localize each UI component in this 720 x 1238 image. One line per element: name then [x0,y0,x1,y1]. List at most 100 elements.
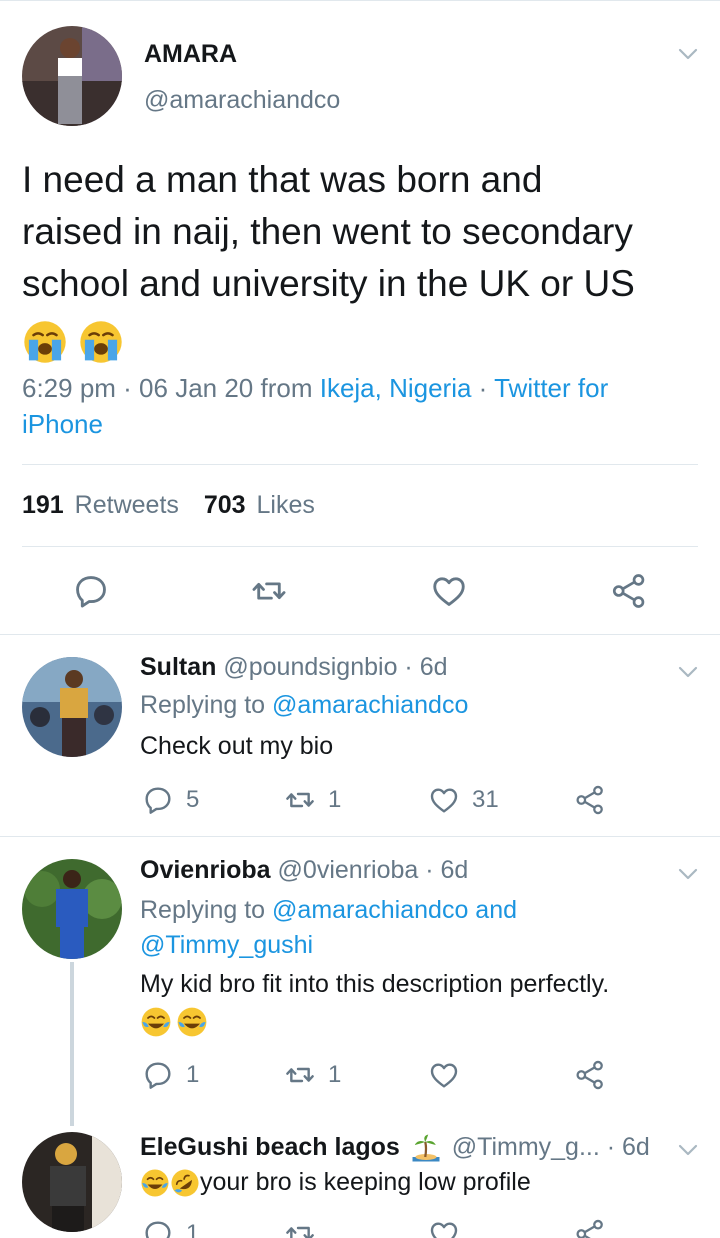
mention-link[interactable]: @amarachiandco [272,691,468,719]
replying-to: Replying to @amarachiandco and @Timmy_gus… [140,893,700,963]
reply-age: · 6d [397,653,448,681]
reply-button[interactable]: 5 [142,784,199,816]
chevron-down-icon[interactable] [676,42,700,66]
like-icon[interactable] [430,572,468,610]
like-count[interactable]: 703 [204,491,246,519]
like-icon [428,1059,460,1091]
author-name[interactable]: AMARA [144,40,237,69]
reply-icon [142,1218,174,1238]
tears-of-joy-emoji [176,1006,208,1038]
divider [22,546,698,547]
reply-author-name[interactable]: Ovienrioba [140,856,271,884]
section-divider [0,836,720,837]
replying-and: and [468,896,518,924]
reply-text: your bro is keeping low profile [200,1168,531,1196]
thread-line [70,962,74,1126]
share-icon [574,1059,606,1091]
retweet-count: 1 [328,786,342,813]
reply-icon[interactable] [72,572,110,610]
reply-text: My kid bro fit into this description per… [140,970,610,998]
author-handle[interactable]: @amarachiandco [144,86,340,115]
like-button[interactable] [428,1218,460,1238]
retweet-button[interactable]: 1 [284,1059,341,1091]
like-button[interactable]: 31 [428,784,499,816]
avatar[interactable] [22,1132,122,1232]
tweet-text-line: school and university in the UK or US [22,263,635,304]
reply-action-bar: 5 1 31 [140,784,620,818]
emoji-row [22,310,635,366]
reply-age: · 6d [599,1133,650,1161]
reply-text: Check out my bio [140,732,334,760]
rolling-laughing-emoji [170,1168,200,1198]
reply-button[interactable]: 1 [142,1059,199,1091]
section-divider [0,634,720,635]
reply-button[interactable]: 1 [142,1218,199,1238]
mention-link[interactable]: @Timmy_gushi [140,931,313,959]
location-link[interactable]: Ikeja, Nigeria [320,373,472,403]
retweet-button[interactable]: 1 [284,784,341,816]
reply-header: Sultan @poundsignbio · 6d [140,653,448,682]
retweet-icon[interactable] [250,572,288,610]
like-button[interactable] [428,1059,460,1091]
reply-author-name[interactable]: Sultan [140,653,216,681]
like-icon [428,784,460,816]
avatar[interactable] [22,859,122,959]
retweet-count[interactable]: 191 [22,491,64,519]
retweet-count: 1 [328,1061,342,1088]
tweet-meta: 6:29 pm · 06 Jan 20 from Ikeja, Nigeria … [22,370,682,442]
likes-label[interactable]: Likes [257,491,315,519]
tweet-text-line: raised in naij, then went to secondary [22,211,633,252]
loudly-crying-emoji [78,319,124,365]
meta-separator: · [471,373,495,403]
replying-prefix: Replying to [140,691,273,719]
divider [22,464,698,465]
share-icon[interactable] [610,572,648,610]
avatar[interactable] [22,657,122,757]
reply-action-bar: 1 [140,1218,620,1238]
retweet-icon [284,1059,316,1091]
like-count: 31 [472,786,499,813]
loudly-crying-emoji [22,319,68,365]
reply-count: 1 [186,1061,200,1088]
mention-link[interactable]: @amarachiandco [272,896,468,924]
island-emoji [411,1133,441,1163]
share-icon [574,1218,606,1238]
reply-count: 1 [186,1220,200,1238]
reply-header: Ovienrioba @0vienrioba · 6d [140,856,468,885]
chevron-down-icon[interactable] [676,862,700,886]
tears-of-joy-emoji [140,1168,170,1198]
chevron-down-icon[interactable] [676,660,700,684]
retweet-icon [284,1218,316,1238]
reply-header: EleGushi beach lagos @Timmy_g... · 6d [140,1133,650,1163]
reply-text-row: your bro is keeping low profile [140,1168,531,1198]
tweet-text-line: I need a man that was born and [22,159,543,200]
retweet-button[interactable] [284,1218,316,1238]
reply-icon [142,1059,174,1091]
reply-author-handle[interactable]: @poundsignbio [223,653,397,681]
source-link[interactable]: Twitter for [494,373,608,403]
reply-icon [142,784,174,816]
tweet-text: I need a man that was born and raised in… [22,154,635,366]
reply-author-handle[interactable]: @0vienrioba [278,856,419,884]
share-button[interactable] [574,784,606,816]
replying-prefix: Replying to [140,896,273,924]
share-button[interactable] [574,1218,606,1238]
like-icon [428,1218,460,1238]
reply-count: 5 [186,786,200,813]
emoji-row [140,1006,208,1040]
top-divider [0,0,720,1]
stats-row: 191 Retweets 703 Likes [22,491,315,520]
reply-age: · 6d [418,856,469,884]
reply-author-name[interactable]: EleGushi beach lagos [140,1133,400,1161]
share-icon [574,784,606,816]
retweets-label[interactable]: Retweets [75,491,179,519]
source-link[interactable]: iPhone [22,409,103,439]
avatar[interactable] [22,26,122,126]
retweet-icon [284,784,316,816]
reply-action-bar: 1 1 [140,1059,620,1093]
reply-author-handle[interactable]: @Timmy_g... [452,1133,600,1161]
chevron-down-icon[interactable] [676,1138,700,1162]
share-button[interactable] [574,1059,606,1091]
timestamp: 6:29 pm · 06 Jan 20 from [22,373,320,403]
main-action-bar [0,572,720,612]
